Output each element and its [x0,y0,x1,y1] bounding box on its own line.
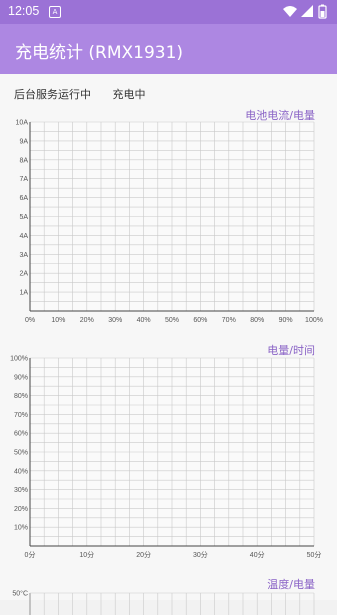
x-tick-label: 0% [25,317,35,324]
chart-current-capacity: 1A 2A 3A 4A 5A 6A 7A 8A 9A 10A 0% 10% 20% 30% 40% 50% 60… [16,120,323,325]
system-icons [283,4,327,19]
app-bar: 充电统计 (RMX1931) [0,24,337,74]
x-tick-label: 40% [137,317,151,324]
status-bar: 12:05 A [0,0,337,24]
chart-temperature-capacity: 50°C [12,590,315,615]
y-tick-label: 50% [14,450,28,457]
x-tick-label: 80% [250,317,264,324]
y-tick-label: 2A [19,271,28,278]
x-tick-label: 70% [222,317,236,324]
x-tick-label: 40分 [250,550,265,559]
y-tick-label: 100% [10,356,28,363]
chart-capacity-time: 10% 20% 30% 40% 50% 60% 70% 80% 90% 100% 0分 10分 20分 3… [10,356,322,560]
x-tick-label: 60% [193,317,207,324]
x-tick-label: 30% [108,317,122,324]
x-tick-label: 90% [279,317,293,324]
charging-status: 充电中 [112,88,146,101]
y-tick-label: 9A [19,138,28,145]
status-time: 12:05 [8,4,40,18]
x-tick-label: 20分 [136,550,151,559]
y-tick-label: 6A [19,195,28,202]
y-tick-label: 8A [19,157,28,164]
x-tick-label: 10分 [79,550,94,559]
y-tick-label: 60% [14,431,28,438]
x-tick-label: 0分 [25,550,36,559]
x-tick-label: 30分 [193,550,208,559]
status-row: 后台服务运行中 充电中 [14,86,164,102]
y-tick-label: 80% [14,393,28,400]
x-tick-label: 10% [51,317,65,324]
x-tick-label: 50% [165,317,179,324]
notification-icon: A [49,6,61,18]
x-tick-label: 100% [305,317,323,324]
signal-icon [301,5,313,17]
y-tick-label: 90% [14,374,28,381]
y-tick-label: 3A [19,252,28,259]
y-tick-label: 10% [14,525,28,532]
y-tick-label: 50°C [12,590,28,598]
y-tick-label: 30% [14,487,28,494]
x-tick-label: 20% [80,317,94,324]
y-tick-label: 20% [14,506,28,513]
y-tick-label: 7A [19,176,28,183]
y-tick-label: 10A [16,120,29,127]
y-tick-label: 4A [19,233,28,240]
y-tick-label: 40% [14,468,28,475]
x-tick-label: 50分 [307,550,322,559]
y-tick-label: 70% [14,412,28,419]
y-tick-label: 1A [19,290,28,297]
wifi-icon [283,6,297,17]
y-tick-label: 5A [19,214,28,221]
service-status: 后台服务运行中 [14,88,91,101]
app-title: 充电统计 (RMX1931) [15,43,184,63]
